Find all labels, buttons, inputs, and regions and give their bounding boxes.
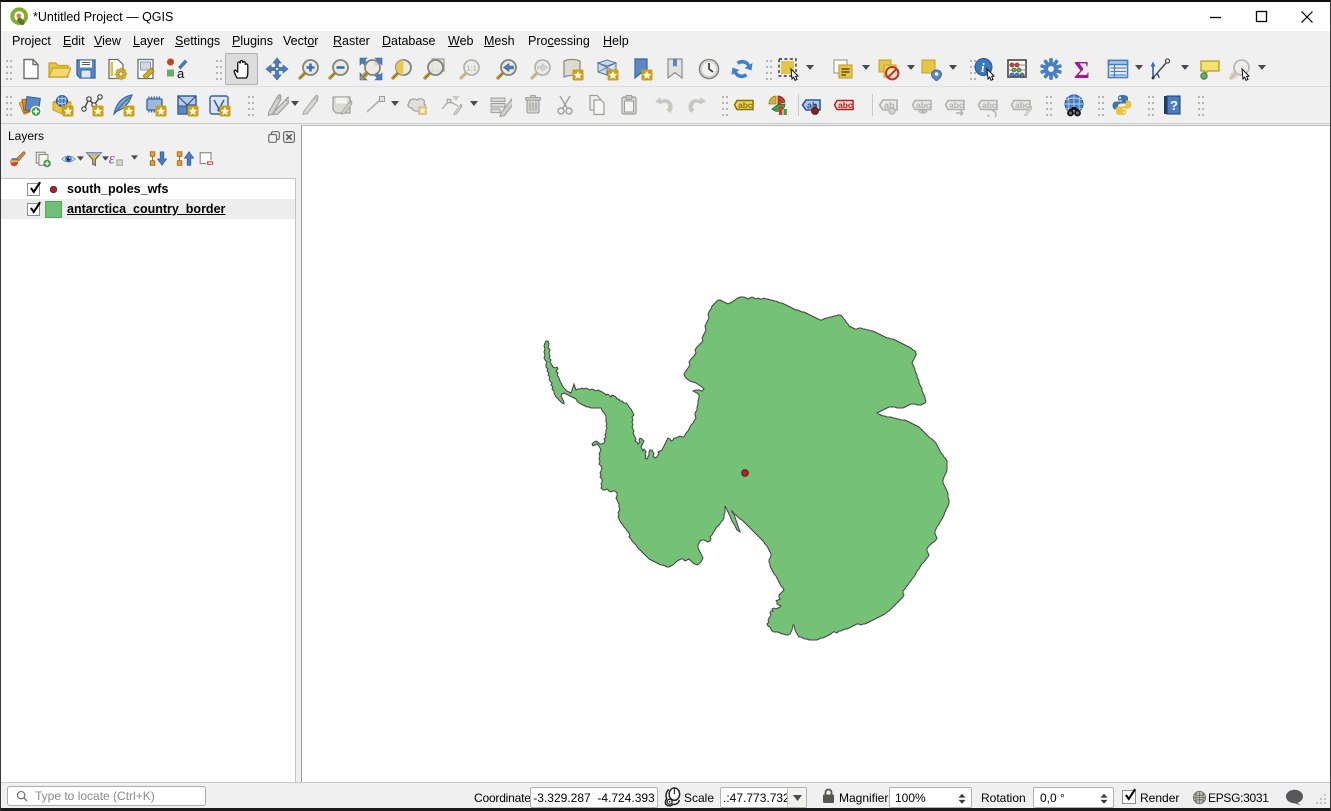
svg-text:abc: abc — [916, 100, 931, 110]
svg-text:abc: abc — [982, 100, 997, 110]
svg-text:abc: abc — [838, 100, 853, 110]
svg-text:ε: ε — [109, 151, 115, 168]
svg-text:Σ: Σ — [1074, 58, 1090, 81]
svg-text:abc: abc — [738, 100, 753, 110]
svg-text:?: ? — [1170, 98, 1178, 113]
svg-text:i: i — [981, 60, 985, 75]
svg-text:abc: abc — [949, 100, 964, 110]
svg-text:abc: abc — [1015, 100, 1030, 110]
svg-text:1:1: 1:1 — [467, 66, 477, 73]
svg-text:a: a — [177, 66, 185, 81]
